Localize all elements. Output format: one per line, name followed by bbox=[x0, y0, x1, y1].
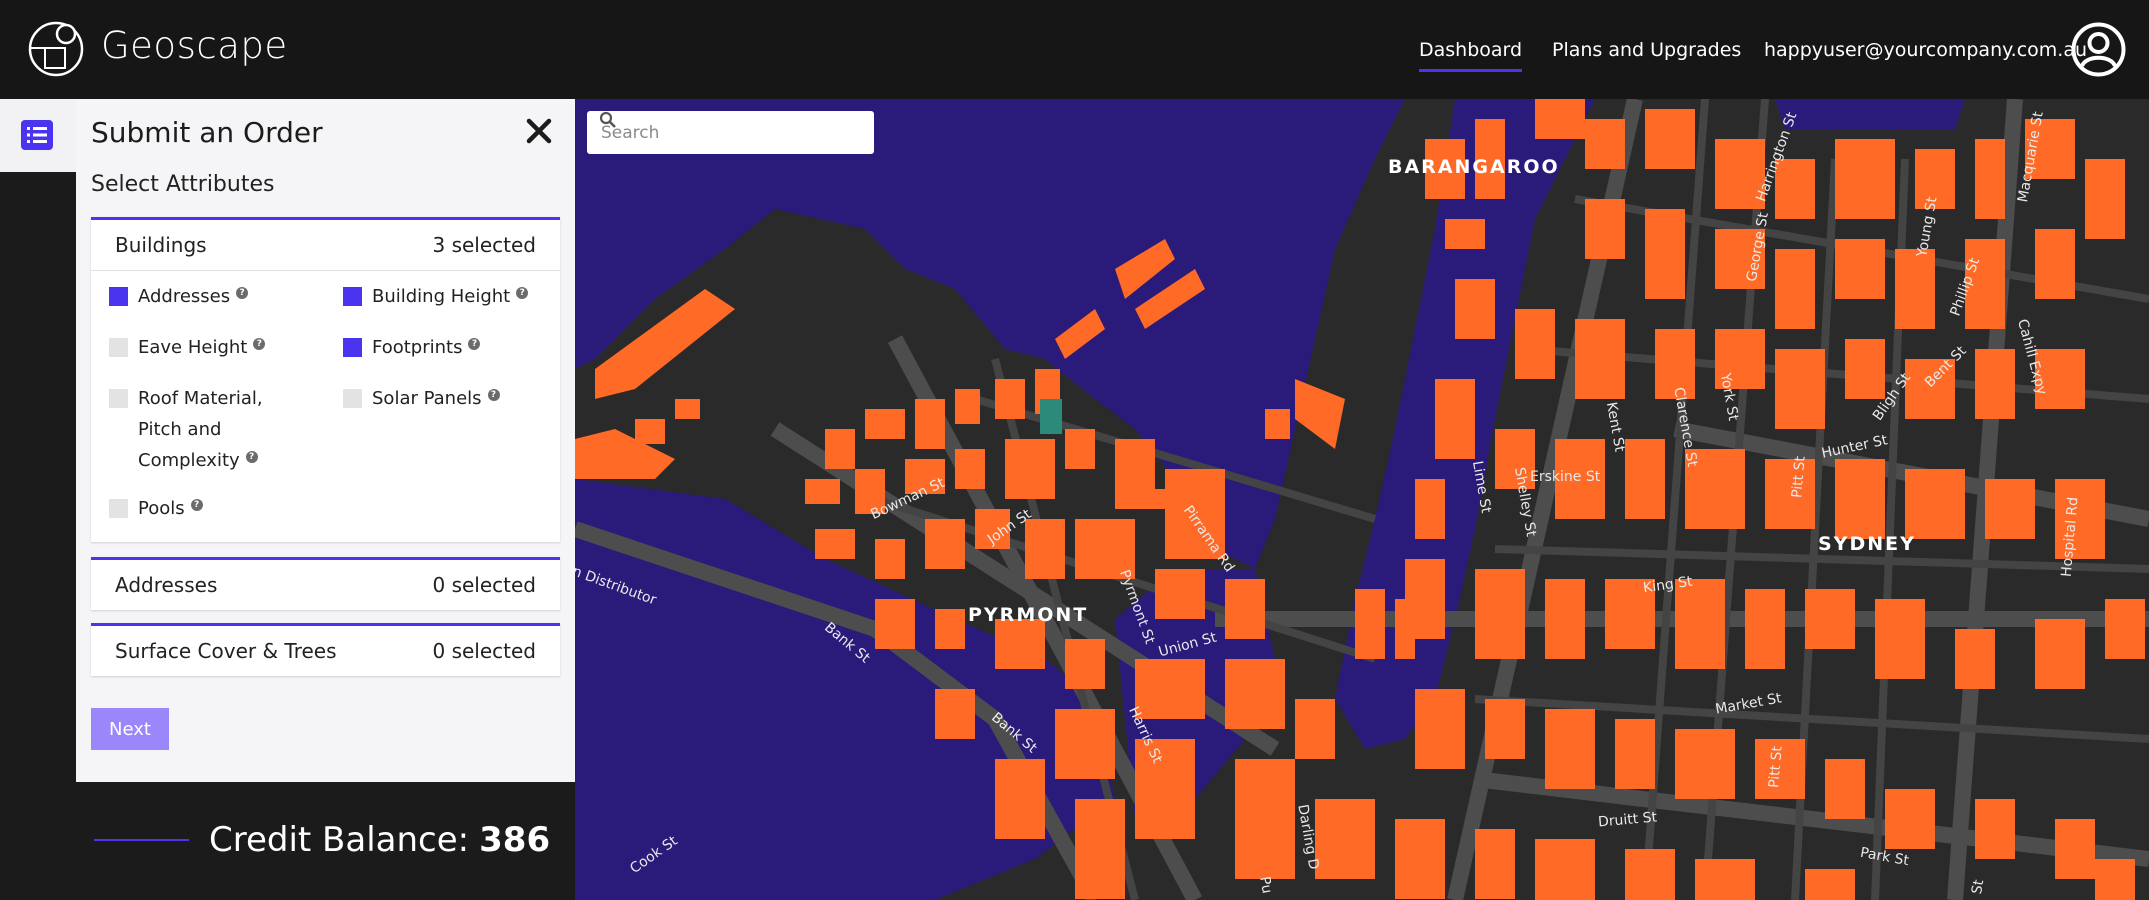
close-icon[interactable] bbox=[525, 117, 553, 145]
panel-subtitle: Select Attributes bbox=[91, 172, 275, 197]
checkbox-unchecked[interactable] bbox=[109, 499, 128, 518]
map-canvas[interactable] bbox=[575, 99, 2149, 900]
street-label: Erskine St bbox=[1530, 469, 1601, 485]
user-avatar-icon[interactable] bbox=[2070, 21, 2127, 78]
order-panel: Submit an Order Select Attributes Buildi… bbox=[76, 99, 575, 782]
help-icon[interactable]: ? bbox=[487, 389, 500, 401]
buildings-options: Addresses? Building Height? Eave Height?… bbox=[91, 270, 560, 542]
map-search[interactable] bbox=[587, 111, 874, 154]
checkbox-unchecked[interactable] bbox=[343, 389, 362, 408]
nav-plans-upgrades[interactable]: Plans and Upgrades bbox=[1552, 0, 1741, 99]
option-addresses[interactable]: Addresses? bbox=[109, 281, 249, 312]
option-label: Solar Panels bbox=[372, 388, 482, 409]
area-label-sydney: SYDNEY bbox=[1818, 533, 1916, 555]
option-label: Addresses bbox=[138, 286, 231, 307]
next-button[interactable]: Next bbox=[91, 708, 169, 750]
section-header-addresses[interactable]: Addresses 0 selected bbox=[91, 560, 560, 610]
option-solar-panels[interactable]: Solar Panels? bbox=[343, 383, 500, 414]
section-buildings: Buildings 3 selected Addresses? Building… bbox=[91, 217, 560, 542]
checkbox-unchecked[interactable] bbox=[109, 338, 128, 357]
credit-label: Credit Balance: bbox=[209, 820, 470, 860]
option-label: Pools bbox=[138, 498, 185, 519]
section-name: Buildings bbox=[115, 233, 207, 257]
checkbox-unchecked[interactable] bbox=[109, 389, 128, 408]
section-surface-cover: Surface Cover & Trees 0 selected bbox=[91, 623, 560, 676]
option-label: Building Height bbox=[372, 286, 511, 307]
credit-value: 386 bbox=[479, 820, 551, 860]
search-input[interactable] bbox=[601, 122, 831, 143]
checkbox-checked[interactable] bbox=[109, 287, 128, 306]
section-header-buildings[interactable]: Buildings 3 selected bbox=[91, 220, 560, 270]
help-icon[interactable]: ? bbox=[253, 338, 266, 350]
top-bar: Geoscape Dashboard Plans and Upgrades ha… bbox=[0, 0, 2149, 99]
brand-name[interactable]: Geoscape bbox=[101, 24, 288, 67]
checkbox-checked[interactable] bbox=[343, 338, 362, 357]
map-view[interactable]: BARANGAROO PYRMONT SYDNEY Bowman St John… bbox=[575, 99, 2149, 900]
user-email[interactable]: happyuser@yourcompany.com.au bbox=[1764, 0, 2087, 99]
option-building-height[interactable]: Building Height? bbox=[343, 281, 529, 312]
section-addresses: Addresses 0 selected bbox=[91, 557, 560, 610]
geoscape-logo-icon[interactable] bbox=[27, 20, 85, 78]
option-label: Footprints bbox=[372, 337, 463, 358]
help-icon[interactable]: ? bbox=[245, 451, 258, 463]
search-icon bbox=[599, 111, 616, 128]
checkbox-checked[interactable] bbox=[343, 287, 362, 306]
street-label: Pu bbox=[1256, 875, 1275, 895]
section-name: Surface Cover & Trees bbox=[115, 639, 337, 663]
option-eave-height[interactable]: Eave Height? bbox=[109, 332, 266, 363]
option-label: Eave Height bbox=[138, 337, 248, 358]
help-icon[interactable]: ? bbox=[236, 287, 249, 299]
list-icon[interactable] bbox=[21, 120, 53, 150]
section-name: Addresses bbox=[115, 573, 218, 597]
help-icon[interactable]: ? bbox=[468, 338, 481, 350]
option-label-line2: Pitch and bbox=[138, 419, 222, 440]
area-label-pyrmont: PYRMONT bbox=[968, 604, 1089, 626]
section-header-surface-cover[interactable]: Surface Cover & Trees 0 selected bbox=[91, 626, 560, 676]
street-label: St bbox=[1969, 878, 1988, 896]
left-rail bbox=[0, 99, 76, 172]
help-icon[interactable]: ? bbox=[190, 499, 203, 511]
credit-balance: Credit Balance: 386 bbox=[94, 820, 550, 860]
option-pools[interactable]: Pools? bbox=[109, 493, 203, 524]
credit-divider bbox=[94, 839, 189, 841]
section-count: 0 selected bbox=[432, 639, 536, 663]
option-label: Roof Material, bbox=[138, 388, 263, 409]
nav-dashboard[interactable]: Dashboard bbox=[1419, 0, 1523, 99]
option-footprints[interactable]: Footprints? bbox=[343, 332, 481, 363]
help-icon[interactable]: ? bbox=[516, 287, 529, 299]
section-count: 0 selected bbox=[432, 573, 536, 597]
area-label-barangaroo: BARANGAROO bbox=[1388, 156, 1560, 178]
panel-title: Submit an Order bbox=[91, 116, 323, 149]
option-label-line3: Complexity bbox=[138, 450, 240, 471]
option-roof-material[interactable]: Roof Material, Pitch and Complexity? bbox=[109, 383, 263, 476]
section-count: 3 selected bbox=[432, 233, 536, 257]
